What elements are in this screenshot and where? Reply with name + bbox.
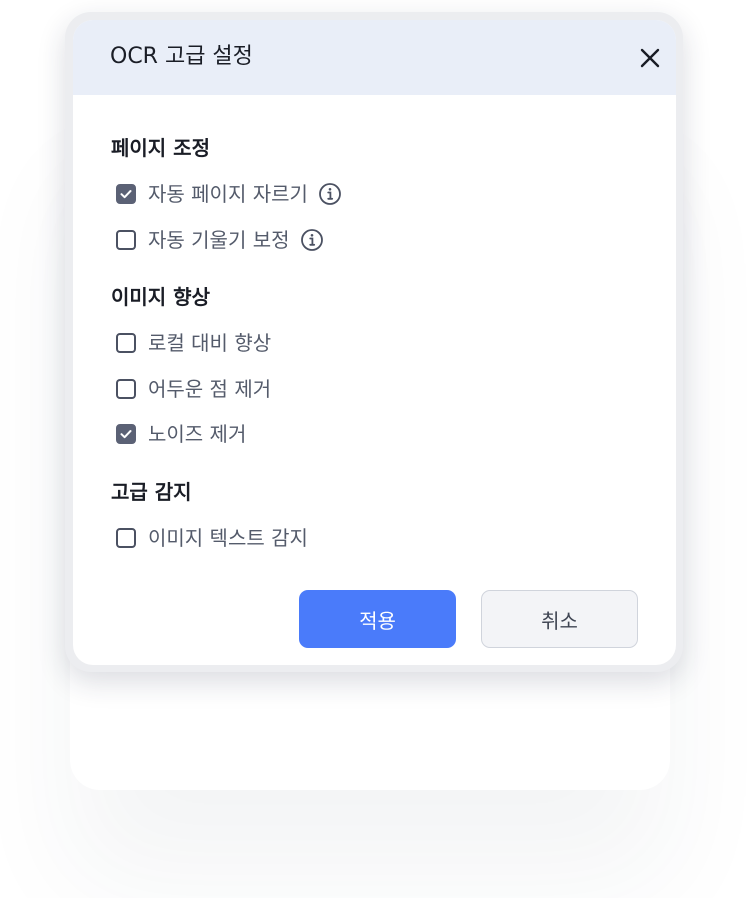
noise-removal-checkbox[interactable] bbox=[116, 424, 136, 444]
close-icon bbox=[640, 48, 660, 68]
image-text-detection-label: 이미지 텍스트 감지 bbox=[148, 526, 308, 550]
dialog-header: OCR 고급 설정 bbox=[73, 20, 676, 95]
option-noise-removal[interactable]: 노이즈 제거 bbox=[116, 421, 246, 447]
auto-deskew-checkbox[interactable] bbox=[116, 230, 136, 250]
info-icon[interactable] bbox=[318, 182, 342, 206]
option-auto-crop[interactable]: 자동 페이지 자르기 bbox=[116, 181, 342, 207]
cancel-button[interactable]: 취소 bbox=[481, 590, 638, 648]
dialog-title: OCR 고급 설정 bbox=[110, 44, 253, 69]
option-image-text-detection[interactable]: 이미지 텍스트 감지 bbox=[116, 525, 308, 551]
check-icon bbox=[120, 190, 132, 199]
section-title-page-adjust: 페이지 조정 bbox=[111, 136, 210, 160]
auto-crop-checkbox[interactable] bbox=[116, 184, 136, 204]
dark-spot-removal-checkbox[interactable] bbox=[116, 379, 136, 399]
local-contrast-checkbox[interactable] bbox=[116, 333, 136, 353]
image-text-detection-checkbox[interactable] bbox=[116, 528, 136, 548]
close-button[interactable] bbox=[636, 44, 664, 72]
apply-button[interactable]: 적용 bbox=[299, 590, 456, 648]
check-icon bbox=[120, 430, 132, 439]
ocr-settings-dialog: OCR 고급 설정 페이지 조정 자동 페이지 자르기 자동 기울기 보정 이미… bbox=[73, 20, 676, 665]
info-icon[interactable] bbox=[300, 228, 324, 252]
option-dark-spot-removal[interactable]: 어두운 점 제거 bbox=[116, 376, 271, 402]
noise-removal-label: 노이즈 제거 bbox=[148, 422, 247, 446]
option-local-contrast[interactable]: 로컬 대비 향상 bbox=[116, 330, 271, 356]
option-auto-deskew[interactable]: 자동 기울기 보정 bbox=[116, 227, 324, 253]
dark-spot-removal-label: 어두운 점 제거 bbox=[148, 377, 272, 401]
local-contrast-label: 로컬 대비 향상 bbox=[148, 331, 272, 355]
auto-deskew-label: 자동 기울기 보정 bbox=[148, 228, 290, 252]
auto-crop-label: 자동 페이지 자르기 bbox=[148, 182, 308, 206]
section-title-advanced-detection: 고급 감지 bbox=[111, 480, 192, 504]
section-title-image-enhance: 이미지 향상 bbox=[111, 285, 210, 309]
